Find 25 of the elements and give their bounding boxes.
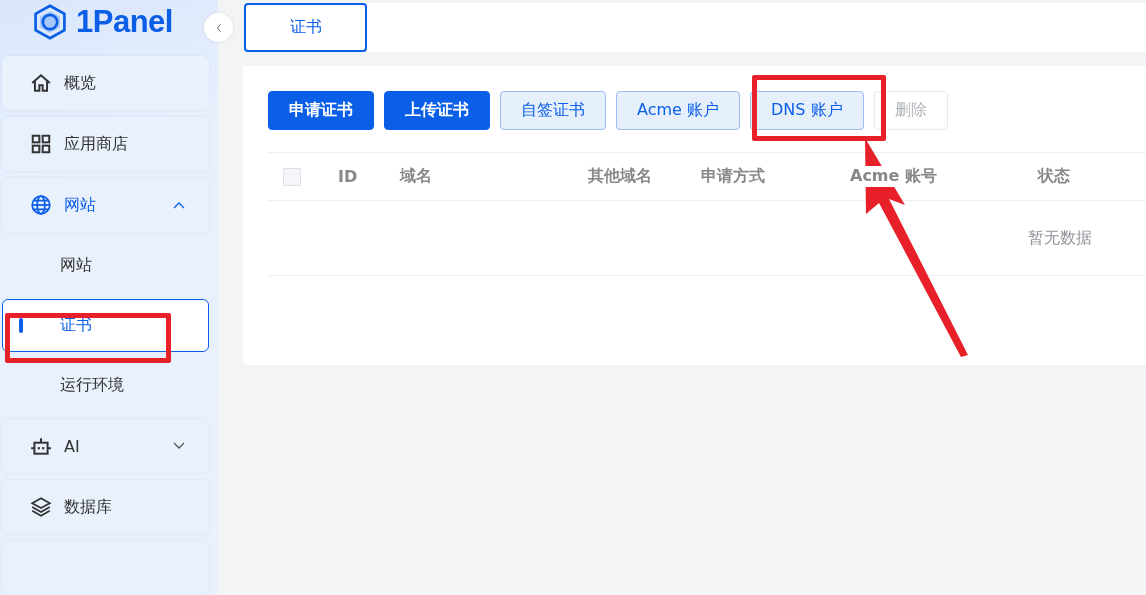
toolbar-button[interactable]: Acme 账户 xyxy=(616,91,740,130)
toolbar-button[interactable]: 上传证书 xyxy=(384,91,490,130)
robot-icon xyxy=(30,435,52,457)
layers-icon xyxy=(30,496,52,518)
toolbar-button[interactable]: DNS 账户 xyxy=(750,91,864,130)
logo-text: 1Panel xyxy=(76,3,173,40)
select-all-checkbox[interactable] xyxy=(283,167,301,186)
toolbar-button[interactable]: 申请证书 xyxy=(268,91,374,130)
sidebar-item[interactable]: 应用商店 xyxy=(2,117,209,171)
column-header: Acme 账号 xyxy=(848,166,939,187)
home-icon xyxy=(30,72,52,94)
sidebar-item[interactable]: 数据库 xyxy=(2,480,209,534)
chevron-up-icon xyxy=(173,201,185,209)
toolbar-button[interactable]: 自签证书 xyxy=(500,91,606,130)
empty-text: 暂无数据 xyxy=(1028,227,1092,249)
column-header: 申请方式 xyxy=(699,166,767,187)
column-header: 状态 xyxy=(1036,166,1072,187)
chevron-down-icon xyxy=(173,442,185,450)
tab[interactable]: 证书 xyxy=(244,3,367,52)
globe-icon xyxy=(30,194,52,216)
chevron-left-icon xyxy=(215,22,222,33)
grid-icon xyxy=(30,133,52,155)
sidebar-item[interactable]: 网站 xyxy=(2,178,209,232)
sidebar-item[interactable]: AI xyxy=(2,419,209,473)
sidebar-item[interactable]: 概览 xyxy=(2,56,209,110)
